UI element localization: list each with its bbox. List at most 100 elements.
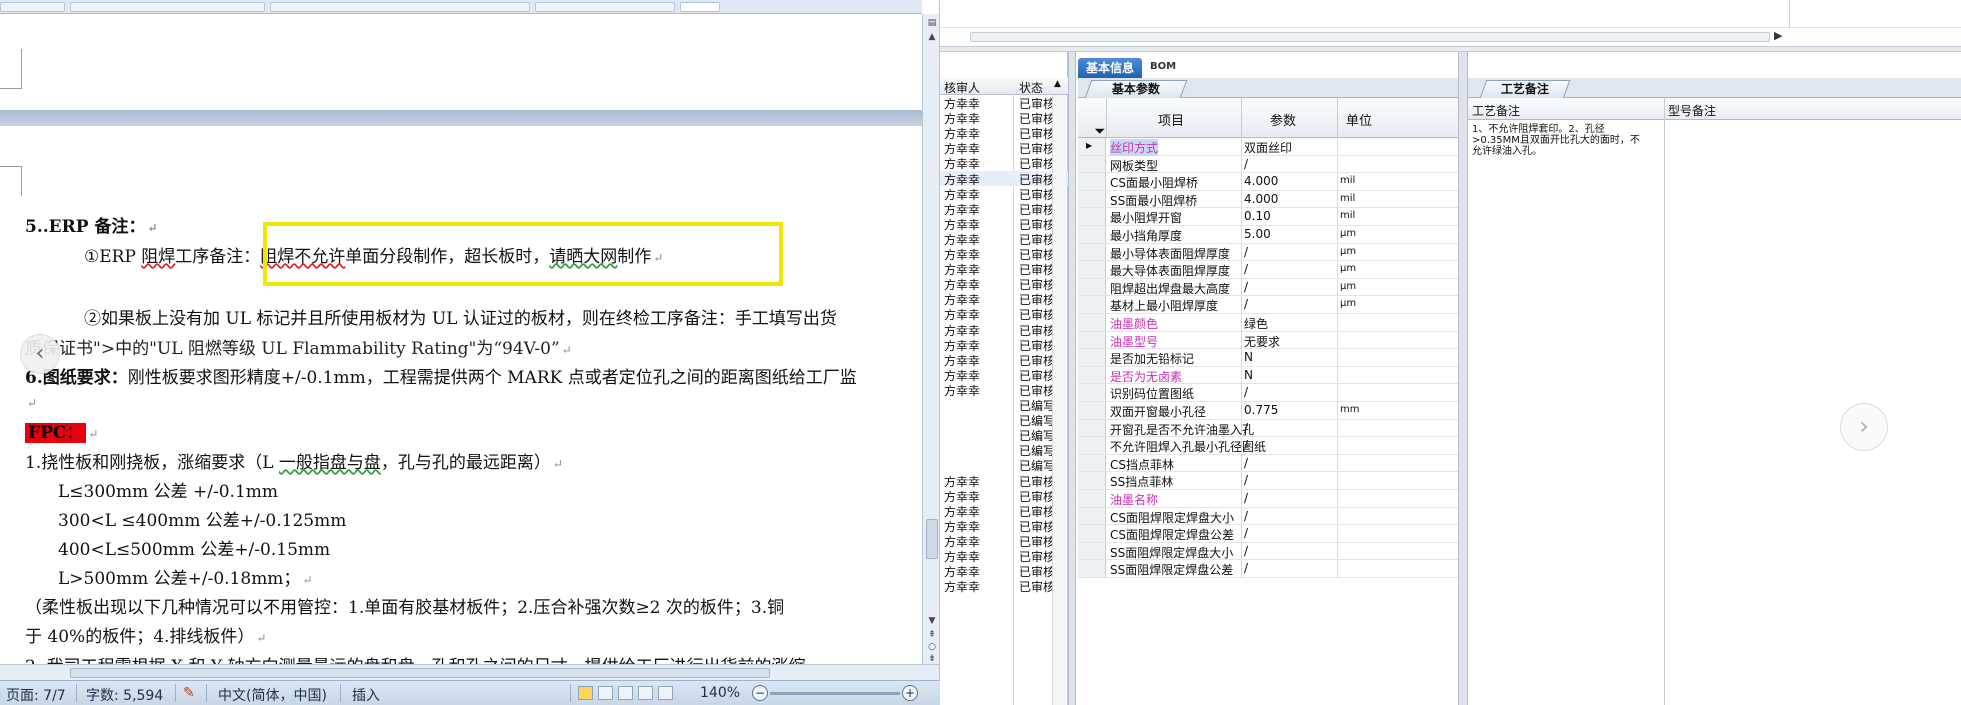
outline-view-icon[interactable] xyxy=(638,686,653,700)
page-counter[interactable]: 页面: 7/7 xyxy=(6,685,66,705)
param-row[interactable]: 油墨型号 无要求 xyxy=(1078,331,1458,350)
tab-basic-params[interactable]: 基本参数 xyxy=(1084,80,1188,98)
word-count[interactable]: 字数: 5,594 xyxy=(86,685,163,705)
language-indicator[interactable]: 中文(简体，中国) xyxy=(218,685,327,705)
vertical-splitter[interactable] xyxy=(1458,52,1468,705)
param-value[interactable]: / xyxy=(1244,280,1248,294)
param-row[interactable]: 油墨名称 / xyxy=(1078,490,1458,508)
list-row[interactable]: 方幸幸 已审核 xyxy=(940,125,1068,141)
col-param[interactable]: 参数 xyxy=(1270,110,1296,129)
param-row[interactable]: SS面阻焊限定焊盘公差 / xyxy=(1078,560,1458,578)
zoom-in-button[interactable]: + xyxy=(902,685,918,701)
col-reviewer[interactable]: 核审人 xyxy=(944,79,980,96)
list-row[interactable]: 方幸幸 已审核 xyxy=(940,563,1068,579)
param-row[interactable]: 是否加无铅标记 N xyxy=(1078,349,1458,367)
param-row[interactable]: 网板类型 / xyxy=(1078,155,1458,174)
list-row[interactable]: 方幸幸 已审核 xyxy=(940,578,1068,594)
process-note-text[interactable]: 1、不允许阻焊套印。2、孔径>0.35MM且双面开比孔大的面时，不允许绿油入孔。 xyxy=(1472,124,1648,157)
tab-bom[interactable]: BOM xyxy=(1150,61,1176,72)
list-row[interactable]: 方幸幸 已审核 xyxy=(940,503,1068,519)
param-row[interactable]: SS挡点菲林 / xyxy=(1078,472,1458,490)
param-row[interactable]: SS面阻焊限定焊盘大小 / xyxy=(1078,542,1458,561)
col-item[interactable]: 项目 xyxy=(1158,110,1184,129)
param-value[interactable]: / xyxy=(1244,421,1248,435)
list-row[interactable]: 方幸幸 已审核 xyxy=(940,216,1068,232)
zoom-out-button[interactable]: − xyxy=(752,685,768,701)
param-row[interactable]: 开窗孔是否不允许油墨入孔 / xyxy=(1078,419,1458,438)
list-row[interactable]: 已编写 xyxy=(940,442,1068,458)
list-row[interactable]: 方幸幸 已审核 xyxy=(940,110,1068,126)
param-row[interactable]: 阻焊超出焊盘最大高度 / μm xyxy=(1078,278,1458,297)
param-row[interactable]: 最小挡角厚度 5.00 μm xyxy=(1078,226,1458,244)
list-row[interactable]: 方幸幸 已审核 xyxy=(940,231,1068,247)
param-value[interactable]: 0.10 xyxy=(1244,209,1271,223)
param-value[interactable]: / xyxy=(1244,245,1248,259)
list-row[interactable]: 方幸幸 已审核 xyxy=(940,367,1068,383)
param-value[interactable]: 绿色 xyxy=(1244,315,1268,332)
list-row[interactable]: 方幸幸 已审核 xyxy=(940,246,1068,262)
param-value[interactable]: N xyxy=(1244,350,1253,364)
list-row[interactable]: 方幸幸 已审核 xyxy=(940,291,1068,307)
document-page[interactable]: 5..ERP 备注： ↵ ①ERP 阻焊工序备注：阻焊不允许单面分段制作，超长板时… xyxy=(0,126,922,677)
param-value[interactable]: 双面丝印 xyxy=(1244,139,1292,156)
list-row[interactable]: 方幸幸 已审核 xyxy=(940,306,1068,322)
param-row[interactable]: 最小阻焊开窗 0.10 mil xyxy=(1078,208,1458,226)
list-row[interactable]: 方幸幸 已审核 xyxy=(940,276,1068,292)
param-value[interactable]: / xyxy=(1244,157,1248,171)
list-row[interactable]: 方幸幸 已审核 xyxy=(940,533,1068,549)
col-unit[interactable]: 单位 xyxy=(1346,110,1372,129)
next-page-arrow-icon[interactable]: › xyxy=(1840,403,1888,451)
param-row[interactable]: 识别码位置图纸 / xyxy=(1078,384,1458,402)
list-scrollbar[interactable] xyxy=(1052,95,1066,705)
param-row[interactable]: ▶ 丝印方式 双面丝印 xyxy=(1078,138,1458,156)
previous-page-arrow-icon[interactable]: ‹ xyxy=(20,334,60,374)
zoom-level[interactable]: 140% xyxy=(700,685,740,701)
param-row[interactable]: CS面阻焊限定焊盘大小 / xyxy=(1078,507,1458,526)
document-horizontal-scrollbar[interactable] xyxy=(0,664,939,680)
scroll-thumb[interactable] xyxy=(926,519,938,559)
param-row[interactable]: 最大导体表面阻焊厚度 / μm xyxy=(1078,261,1458,279)
col-process-note[interactable]: 工艺备注 xyxy=(1472,102,1520,119)
param-row[interactable]: 不允许阻焊入孔最小孔径图纸 / xyxy=(1078,437,1458,455)
document-vertical-scrollbar[interactable]: ▤ ▲ ▼ ⇞ ○ ⇟ xyxy=(922,14,939,664)
list-row[interactable]: 方幸幸 已审核 xyxy=(940,518,1068,534)
browse-object-icon[interactable]: ○ xyxy=(926,642,938,653)
list-row[interactable]: 方幸幸 已审核 xyxy=(940,170,1068,187)
hscroll-thumb[interactable] xyxy=(70,668,770,678)
param-value[interactable]: / xyxy=(1244,473,1248,487)
param-row[interactable]: 基材上最小阻焊厚度 / μm xyxy=(1078,296,1458,314)
list-row[interactable]: 方幸幸 已审核 xyxy=(940,140,1068,156)
list-row[interactable]: 方幸幸 已审核 xyxy=(940,488,1068,504)
param-row[interactable]: 最小导体表面阻焊厚度 / μm xyxy=(1078,243,1458,262)
list-row[interactable]: 方幸幸 已审核 xyxy=(940,261,1068,277)
tab-basic-info[interactable]: 基本信息 xyxy=(1078,58,1142,79)
param-value[interactable]: / xyxy=(1244,385,1248,399)
full-screen-view-icon[interactable] xyxy=(598,686,613,700)
scroll-right-icon[interactable]: ▶ xyxy=(1774,29,1782,42)
scroll-down-icon[interactable]: ▼ xyxy=(926,616,938,627)
list-row[interactable]: 已编写 xyxy=(940,397,1068,413)
param-value[interactable]: 4.000 xyxy=(1244,192,1278,206)
param-row[interactable]: CS挡点菲林 / xyxy=(1078,454,1458,473)
draft-view-icon[interactable] xyxy=(658,686,673,700)
param-row[interactable]: SS面最小阻焊桥 4.000 mil xyxy=(1078,190,1458,209)
param-value[interactable]: / xyxy=(1244,526,1248,540)
param-value[interactable]: / xyxy=(1244,509,1248,523)
scroll-up-icon[interactable]: ▲ xyxy=(926,32,938,43)
param-value[interactable]: / xyxy=(1244,456,1248,470)
param-row[interactable]: 双面开窗最小孔径 0.775 mm xyxy=(1078,402,1458,420)
param-value[interactable]: / xyxy=(1244,297,1248,311)
list-row[interactable]: 已编写 xyxy=(940,457,1068,473)
erp-top-scroll[interactable]: ▶ xyxy=(940,28,1790,46)
col-status[interactable]: 状态 xyxy=(1019,79,1043,96)
param-value[interactable]: / xyxy=(1244,561,1248,575)
ruler-toggle-icon[interactable]: ▤ xyxy=(926,18,938,29)
tab-process-notes[interactable]: 工艺备注 xyxy=(1479,80,1571,98)
web-layout-view-icon[interactable] xyxy=(618,686,633,700)
zoom-slider[interactable] xyxy=(770,692,900,695)
hscroll-track[interactable] xyxy=(970,32,1770,42)
list-row[interactable]: 方幸幸 已审核 xyxy=(940,201,1068,217)
param-row[interactable]: 是否为无卤素 N xyxy=(1078,366,1458,385)
param-value[interactable]: / xyxy=(1244,491,1248,505)
col-model-note[interactable]: 型号备注 xyxy=(1668,102,1716,119)
